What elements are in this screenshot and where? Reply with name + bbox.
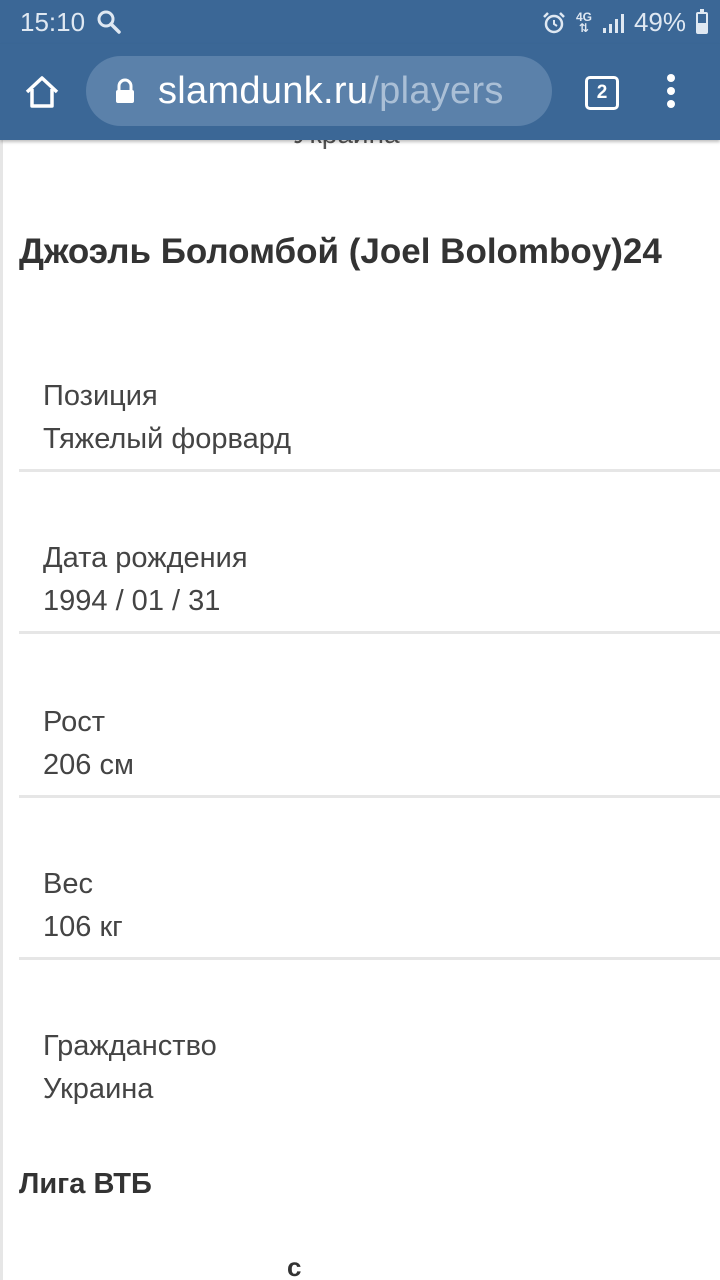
network-indicator: 4G ⇅ [575,9,592,35]
info-row-height: Рост 206 см [19,636,720,798]
search-icon [97,10,121,34]
lock-icon [116,78,134,103]
cut-off-text-bottom-2: . [565,1270,572,1280]
network-type: 4G [575,9,592,24]
url-path: /players [368,70,504,112]
browser-toolbar: slamdunk.ru/players 2 [0,44,720,140]
field-value: Тяжелый форвард [43,423,292,455]
cut-off-text-bottom: с [287,1252,302,1280]
overflow-menu-icon[interactable] [662,74,680,110]
battery-icon [696,8,708,34]
league-heading: Лига ВТБ [19,1168,152,1200]
status-bar: 15:10 4G ⇅ 49% [0,0,720,44]
url-domain: slamdunk.ru [158,70,369,112]
field-value: 106 кг [43,911,123,943]
field-value: 206 см [43,749,134,781]
page-content: Украина Джоэль Боломбой (Joel Bolomboy)2… [0,140,720,1280]
battery-percent: 49% [633,7,686,37]
tab-count: 2 [596,82,608,103]
cut-off-text-top: Украина [293,140,400,150]
field-label: Вес [43,868,93,900]
field-label: Дата рождения [43,542,248,574]
status-time: 15:10 [20,7,86,37]
tabs-icon[interactable]: 2 [585,76,619,110]
field-label: Позиция [43,380,158,412]
field-label: Рост [43,706,105,738]
signal-icon [602,13,624,33]
info-row-citizenship: Гражданство Украина [19,960,720,1122]
home-icon[interactable] [22,72,62,112]
address-bar[interactable]: slamdunk.ru/players [86,56,552,126]
field-value: 1994 / 01 / 31 [43,585,221,617]
info-row-weight: Вес 106 кг [19,798,720,960]
info-row-birthdate: Дата рождения 1994 / 01 / 31 [19,472,720,634]
field-label: Гражданство [43,1030,217,1062]
info-row-position: Позиция Тяжелый форвард [19,310,720,472]
alarm-icon [543,11,565,33]
player-name-heading: Джоэль Боломбой (Joel Bolomboy)24 [19,232,662,271]
field-value: Украина [43,1073,154,1105]
url-text[interactable]: slamdunk.ru/players [158,70,504,113]
